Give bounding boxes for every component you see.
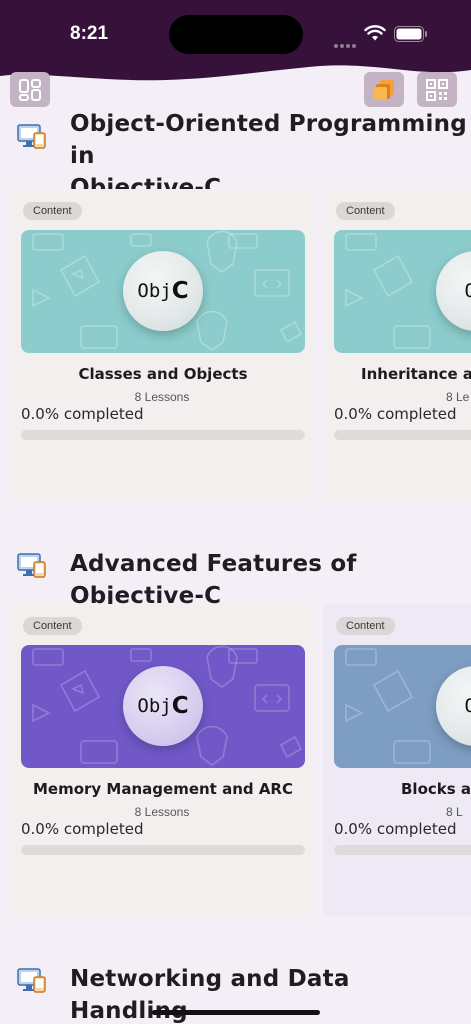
course-title: Classes and Objects [78, 365, 248, 383]
lesson-count: 8 Le [446, 390, 470, 404]
logo-suffix: C [171, 278, 189, 304]
logo-prefix: Ol [464, 695, 471, 717]
app-header: 8:21 [0, 0, 471, 110]
menu-button[interactable] [10, 72, 50, 107]
dynamic-island [169, 15, 303, 54]
battery-icon [394, 26, 427, 42]
content-badge: Content [336, 202, 395, 220]
progress-bar [334, 430, 471, 440]
progress-text: 0.0% completed [334, 820, 457, 838]
course-title: Memory Management and ARC [33, 780, 293, 798]
library-button[interactable] [364, 72, 404, 107]
progress-bar [21, 845, 305, 855]
course-card[interactable]: Content Ol Blocks ar 8 L 0.0% completed [323, 604, 471, 916]
monitor-tablet-icon [17, 968, 46, 993]
objc-logo: Obj C [123, 251, 203, 331]
course-card[interactable]: Content Obj C Memory Management and ARC … [10, 604, 314, 916]
logo-prefix: Ol [464, 280, 471, 302]
monitor-tablet-icon [17, 124, 46, 149]
wifi-icon [364, 25, 386, 41]
lesson-count: 8 L [446, 805, 463, 819]
lesson-count: 8 Lessons [134, 390, 190, 404]
progress-bar [334, 845, 471, 855]
course-title: Inheritance ar [361, 365, 471, 383]
section-title: Advanced Features of Objective-C [70, 551, 357, 609]
home-indicator[interactable] [152, 1010, 320, 1015]
status-time: 8:21 [70, 23, 109, 44]
course-card-row: Content Obj C Classes and Objects 8 Less… [0, 189, 471, 501]
content-badge: Content [23, 202, 82, 220]
course-thumbnail: Obj C [21, 230, 305, 353]
logo-prefix: Obj [137, 280, 172, 302]
progress-text: 0.0% completed [21, 405, 144, 423]
course-card-row: Content Obj C Memory Management and ARC … [0, 604, 471, 916]
library-icon [374, 79, 394, 100]
progress-text: 0.0% completed [334, 405, 457, 423]
course-card[interactable]: Content Obj C Classes and Objects 8 Less… [10, 189, 314, 501]
monitor-tablet-icon [17, 553, 46, 578]
progress-text: 0.0% completed [21, 820, 144, 838]
content-badge: Content [23, 617, 82, 635]
lesson-count: 8 Lessons [134, 805, 190, 819]
section-title-line: Object-Oriented Programming in [70, 111, 467, 169]
course-title: Blocks ar [401, 780, 471, 798]
course-thumbnail: Ol [334, 645, 471, 768]
course-card[interactable]: Content Ol Inheritance ar 8 Le 0.0% comp… [323, 189, 471, 501]
content-badge: Content [336, 617, 395, 635]
logo-suffix: C [171, 693, 189, 719]
course-thumbnail: Obj C [21, 645, 305, 768]
progress-bar [21, 430, 305, 440]
objc-logo: Obj C [123, 666, 203, 746]
qr-code-icon [426, 78, 448, 101]
section-header-advanced: Advanced Features of Objective-C [0, 548, 471, 609]
logo-prefix: Obj [137, 695, 172, 717]
qr-code-button[interactable] [417, 72, 457, 107]
section-header-oop: Object-Oriented Programming in Objective… [0, 108, 471, 201]
section-header-networking: Networking and Data Handling [0, 963, 471, 1024]
course-thumbnail: Ol [334, 230, 471, 353]
cellular-signal-icon [334, 33, 358, 52]
grid-menu-icon [19, 78, 41, 101]
